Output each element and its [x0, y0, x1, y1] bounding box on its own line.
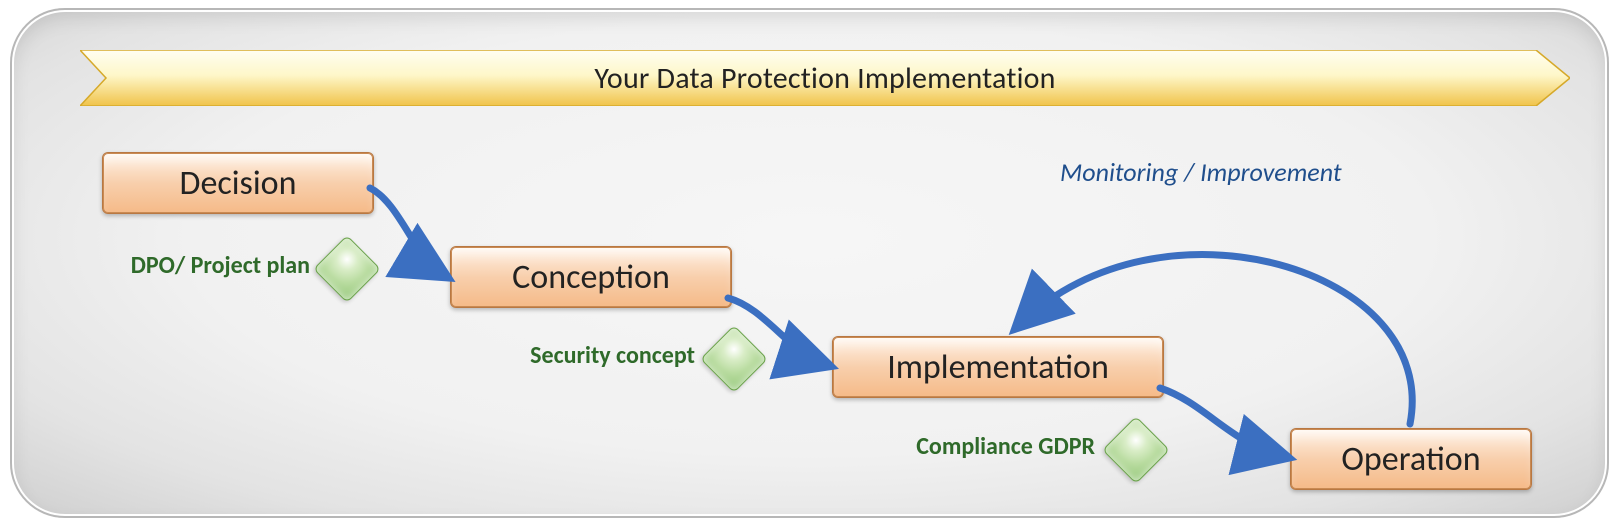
milestone-label-dpo: DPO/ Project plan [70, 251, 310, 280]
milestone-diamond-icon [1102, 416, 1170, 484]
milestone-label-security: Security concept [440, 341, 695, 370]
stage-conception: Conception [450, 246, 732, 308]
title-text: Your Data Protection Implementation [80, 50, 1570, 106]
stage-decision: Decision [102, 152, 374, 214]
milestone-label-gdpr: Compliance GDPR [830, 432, 1095, 461]
stage-implementation: Implementation [832, 336, 1164, 398]
stage-operation: Operation [1290, 428, 1532, 490]
title-banner: Your Data Protection Implementation [80, 50, 1570, 106]
diagram-panel: Your Data Protection Implementation Deci… [10, 8, 1609, 518]
feedback-label: Monitoring / Improvement [1060, 156, 1342, 188]
milestone-diamond-icon [313, 235, 381, 303]
milestone-diamond-icon [700, 325, 768, 393]
